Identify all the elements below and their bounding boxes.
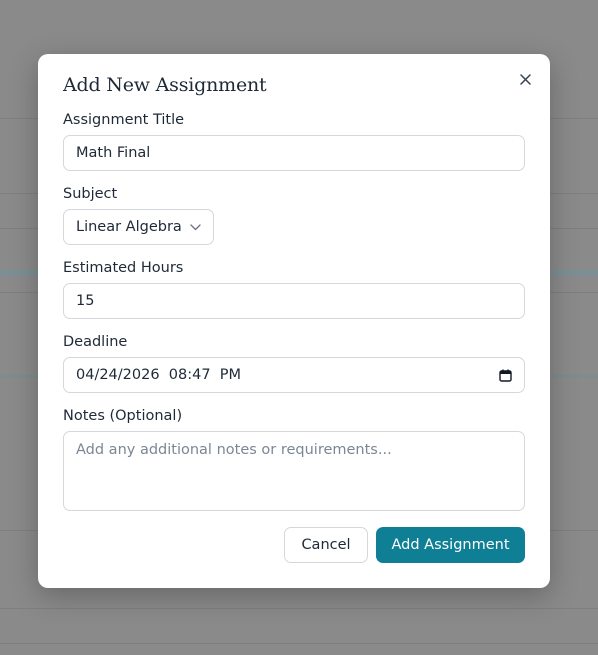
cancel-button[interactable]: Cancel — [284, 527, 368, 563]
notes-textarea[interactable]: Add any additional notes or requirements… — [63, 431, 525, 511]
estimated-hours-input[interactable]: 15 — [63, 283, 525, 319]
calendar-icon — [499, 369, 512, 382]
chevron-down-icon — [190, 223, 201, 230]
calendar-picker-button[interactable] — [499, 369, 512, 382]
assignment-title-label: Assignment Title — [63, 112, 185, 128]
close-button[interactable] — [516, 70, 534, 88]
close-icon — [519, 73, 531, 85]
add-assignment-dialog: Add New Assignment Assignment Title Math… — [38, 54, 550, 588]
assignment-title-value: Math Final — [76, 145, 151, 161]
deadline-label: Deadline — [63, 334, 128, 350]
dialog-title: Add New Assignment — [63, 74, 267, 96]
deadline-value: 04/24/2026 08:47 PM — [76, 367, 242, 383]
subject-label: Subject — [63, 186, 118, 202]
assignment-title-input[interactable]: Math Final — [63, 135, 525, 171]
estimated-hours-value: 15 — [76, 293, 95, 309]
subject-select[interactable]: Linear Algebra — [63, 209, 214, 245]
notes-placeholder: Add any additional notes or requirements… — [76, 442, 392, 458]
add-assignment-button[interactable]: Add Assignment — [376, 527, 525, 563]
background-divider — [0, 643, 598, 644]
notes-label: Notes (Optional) — [63, 408, 183, 424]
deadline-input[interactable]: 04/24/2026 08:47 PM — [63, 357, 525, 393]
estimated-hours-label: Estimated Hours — [63, 260, 184, 276]
background-divider — [0, 608, 598, 609]
subject-value: Linear Algebra — [76, 219, 182, 235]
